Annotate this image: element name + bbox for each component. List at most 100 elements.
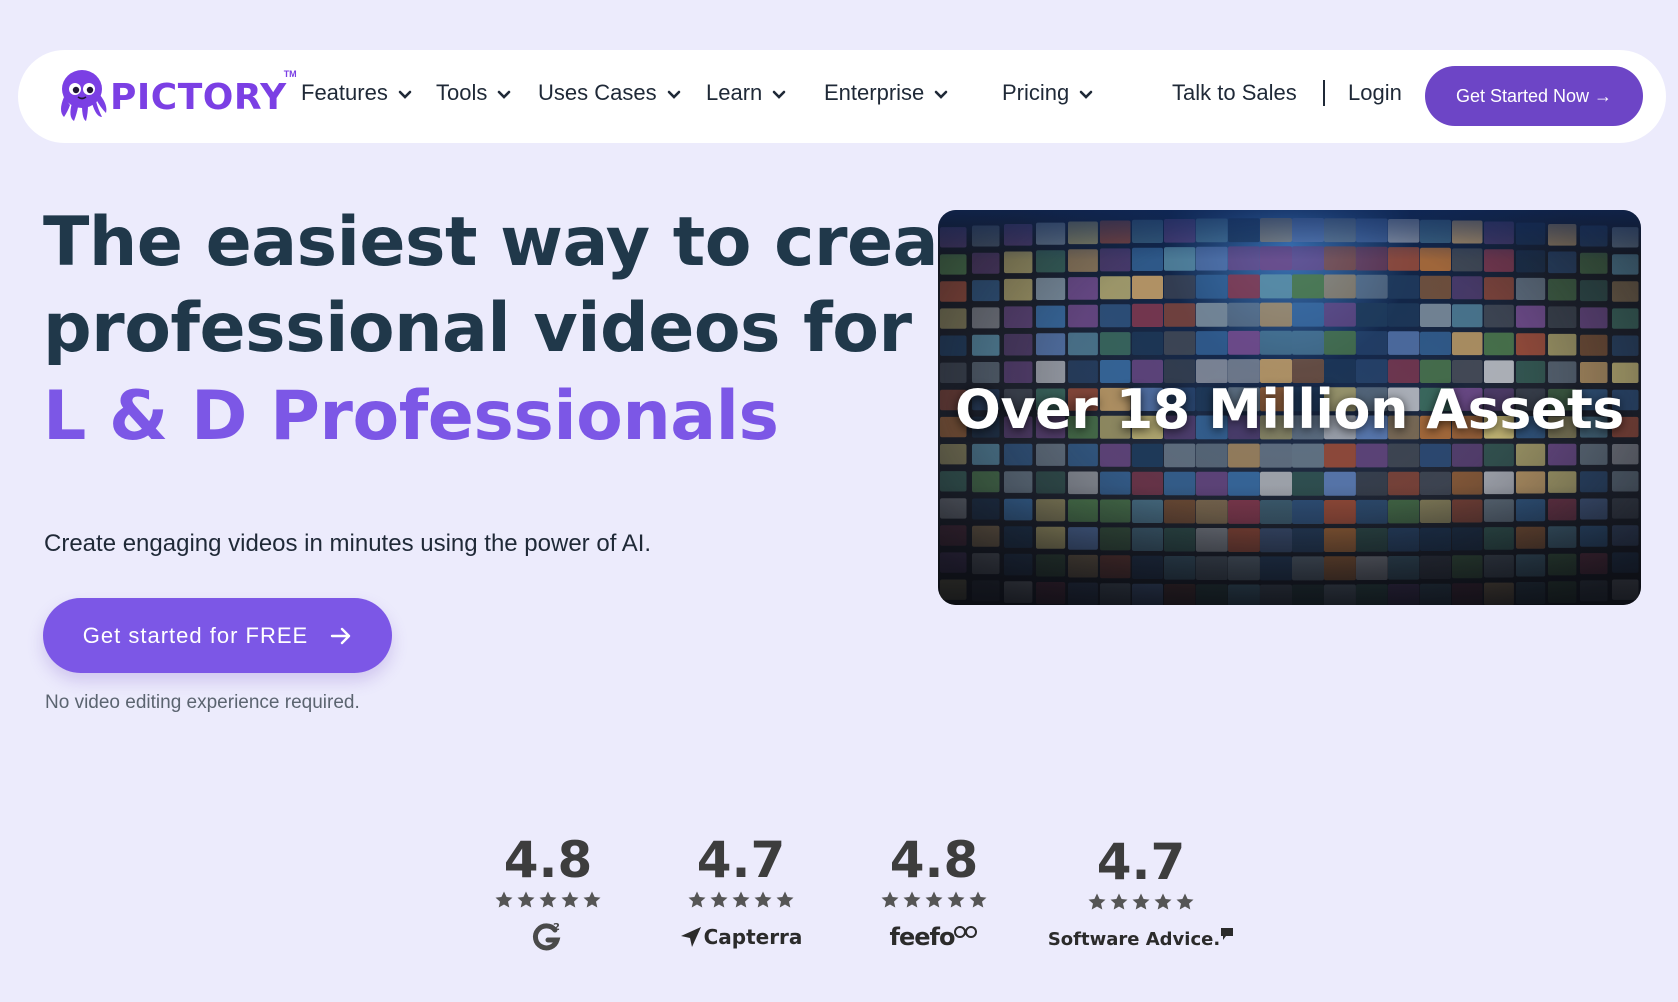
- video-thumbnail: [1132, 331, 1163, 355]
- nav-item-tools[interactable]: Tools: [436, 80, 511, 106]
- video-thumbnail: [1324, 274, 1356, 299]
- video-thumbnail: [1132, 443, 1163, 467]
- login-link[interactable]: Login: [1348, 80, 1402, 106]
- video-thumbnail: [1452, 332, 1483, 356]
- star-icon: [1088, 893, 1106, 910]
- video-thumbnail: [1548, 306, 1577, 328]
- nav-item-enterprise[interactable]: Enterprise: [824, 80, 948, 106]
- video-thumbnail: [1356, 331, 1388, 355]
- video-thumbnail: [1292, 330, 1324, 355]
- video-thumbnail: [1388, 331, 1420, 355]
- video-thumbnail: [1292, 443, 1324, 468]
- video-thumbnail: [1612, 281, 1639, 302]
- feefo-logo: feefo: [859, 920, 1009, 954]
- video-thumbnail: [1100, 332, 1131, 356]
- video-thumbnail: [1068, 277, 1098, 300]
- nav-item-pricing[interactable]: Pricing: [1002, 80, 1093, 106]
- video-thumbnail: [1132, 275, 1163, 299]
- video-thumbnail: [1164, 275, 1196, 299]
- video-thumbnail: [972, 443, 1000, 465]
- video-thumbnail: [940, 335, 967, 356]
- video-thumbnail: [1388, 275, 1420, 299]
- video-thumbnail: [1484, 277, 1514, 300]
- top-navbar: PICTORY TM Features Tools Uses Cases Lea…: [18, 50, 1666, 143]
- star-icon: [495, 891, 513, 908]
- video-thumbnail: [1004, 333, 1033, 356]
- video-thumbnail: [1068, 443, 1098, 467]
- software-advice-logo-icon: [1221, 928, 1234, 940]
- media-top-glow: [938, 210, 1641, 260]
- video-thumbnail: [1580, 334, 1608, 356]
- video-thumbnail: [1196, 443, 1228, 468]
- chevron-down-icon: [772, 90, 786, 99]
- video-thumbnail: [1548, 443, 1577, 466]
- video-thumbnail: [1612, 308, 1639, 329]
- hero-title-accent: L & D Professionals: [43, 377, 779, 456]
- hero-title: The easiest way to create professional v…: [43, 200, 1016, 460]
- get-started-free-button[interactable]: Get started for FREE: [43, 598, 392, 673]
- cta-label: Get started for FREE: [82, 622, 309, 648]
- video-thumbnail: [1100, 276, 1131, 300]
- video-thumbnail: [1004, 443, 1033, 466]
- nav-item-label: Learn: [706, 80, 763, 105]
- video-thumbnail: [1004, 306, 1033, 328]
- nav-item-use-cases[interactable]: Uses Cases: [538, 80, 681, 106]
- capterra-logo-icon: [680, 927, 701, 947]
- video-thumbnail: [1036, 277, 1066, 300]
- video-thumbnail: [1036, 443, 1066, 466]
- video-thumbnail: [1228, 274, 1260, 299]
- svg-text:2: 2: [553, 922, 560, 933]
- star-icon: [881, 891, 899, 908]
- video-thumbnail: [1484, 332, 1514, 356]
- rating-value: 4.7: [1096, 833, 1186, 891]
- video-thumbnail: [1324, 330, 1356, 355]
- get-started-now-button[interactable]: Get Started Now →: [1425, 66, 1643, 126]
- talk-to-sales-link[interactable]: Talk to Sales: [1172, 80, 1297, 106]
- video-thumbnail: [1164, 443, 1196, 468]
- arrow-right-icon: [331, 627, 351, 644]
- video-thumbnail: [1260, 330, 1292, 355]
- video-thumbnail: [1100, 443, 1131, 467]
- video-thumbnail: [1036, 333, 1066, 356]
- chevron-down-icon: [1079, 90, 1093, 99]
- media-bottom-shade: [938, 485, 1641, 605]
- video-thumbnail: [1548, 333, 1577, 356]
- video-thumbnail: [972, 280, 1000, 302]
- chevron-down-icon: [398, 90, 412, 99]
- rating-capterra: 4.7 Capterra: [666, 832, 816, 954]
- video-thumbnail: [1452, 276, 1483, 300]
- star-icon: [732, 891, 750, 908]
- video-thumbnail: [1420, 275, 1451, 299]
- pictory-logo[interactable]: PICTORY TM: [56, 67, 297, 123]
- logo-wordmark: PICTORY: [110, 76, 287, 118]
- hero-title-line-1: The easiest way to create: [43, 203, 1016, 282]
- nav-item-features[interactable]: Features: [301, 80, 412, 106]
- video-thumbnail: [1132, 303, 1163, 327]
- star-icon: [925, 891, 943, 908]
- star-icon: [561, 891, 579, 908]
- video-thumbnail: [1612, 444, 1639, 465]
- star-icon: [1176, 893, 1194, 910]
- nav-item-label: Pricing: [1002, 80, 1070, 105]
- video-thumbnail: [940, 444, 967, 465]
- video-thumbnail: [972, 334, 1000, 356]
- video-thumbnail: [1580, 280, 1608, 302]
- video-thumbnail: [1196, 274, 1228, 299]
- nav-item-label: Features: [301, 80, 388, 105]
- nav-item-label: Enterprise: [824, 80, 925, 105]
- video-thumbnail: [1548, 278, 1577, 301]
- feefo-logo-icon: [954, 926, 978, 938]
- video-thumbnail: [1420, 443, 1451, 467]
- video-thumbnail: [1452, 443, 1483, 467]
- octopus-logo-icon: [61, 70, 107, 121]
- star-icon: [517, 891, 535, 908]
- video-thumbnail: [1164, 331, 1196, 355]
- star-rating: [1041, 892, 1241, 914]
- chevron-down-icon: [667, 90, 680, 99]
- video-thumbnail: [1452, 304, 1483, 328]
- video-thumbnail: [1516, 443, 1546, 466]
- video-thumbnail: [1004, 278, 1033, 301]
- chevron-down-icon: [498, 90, 511, 99]
- nav-item-learn[interactable]: Learn: [706, 80, 786, 106]
- video-thumbnail: [940, 308, 967, 329]
